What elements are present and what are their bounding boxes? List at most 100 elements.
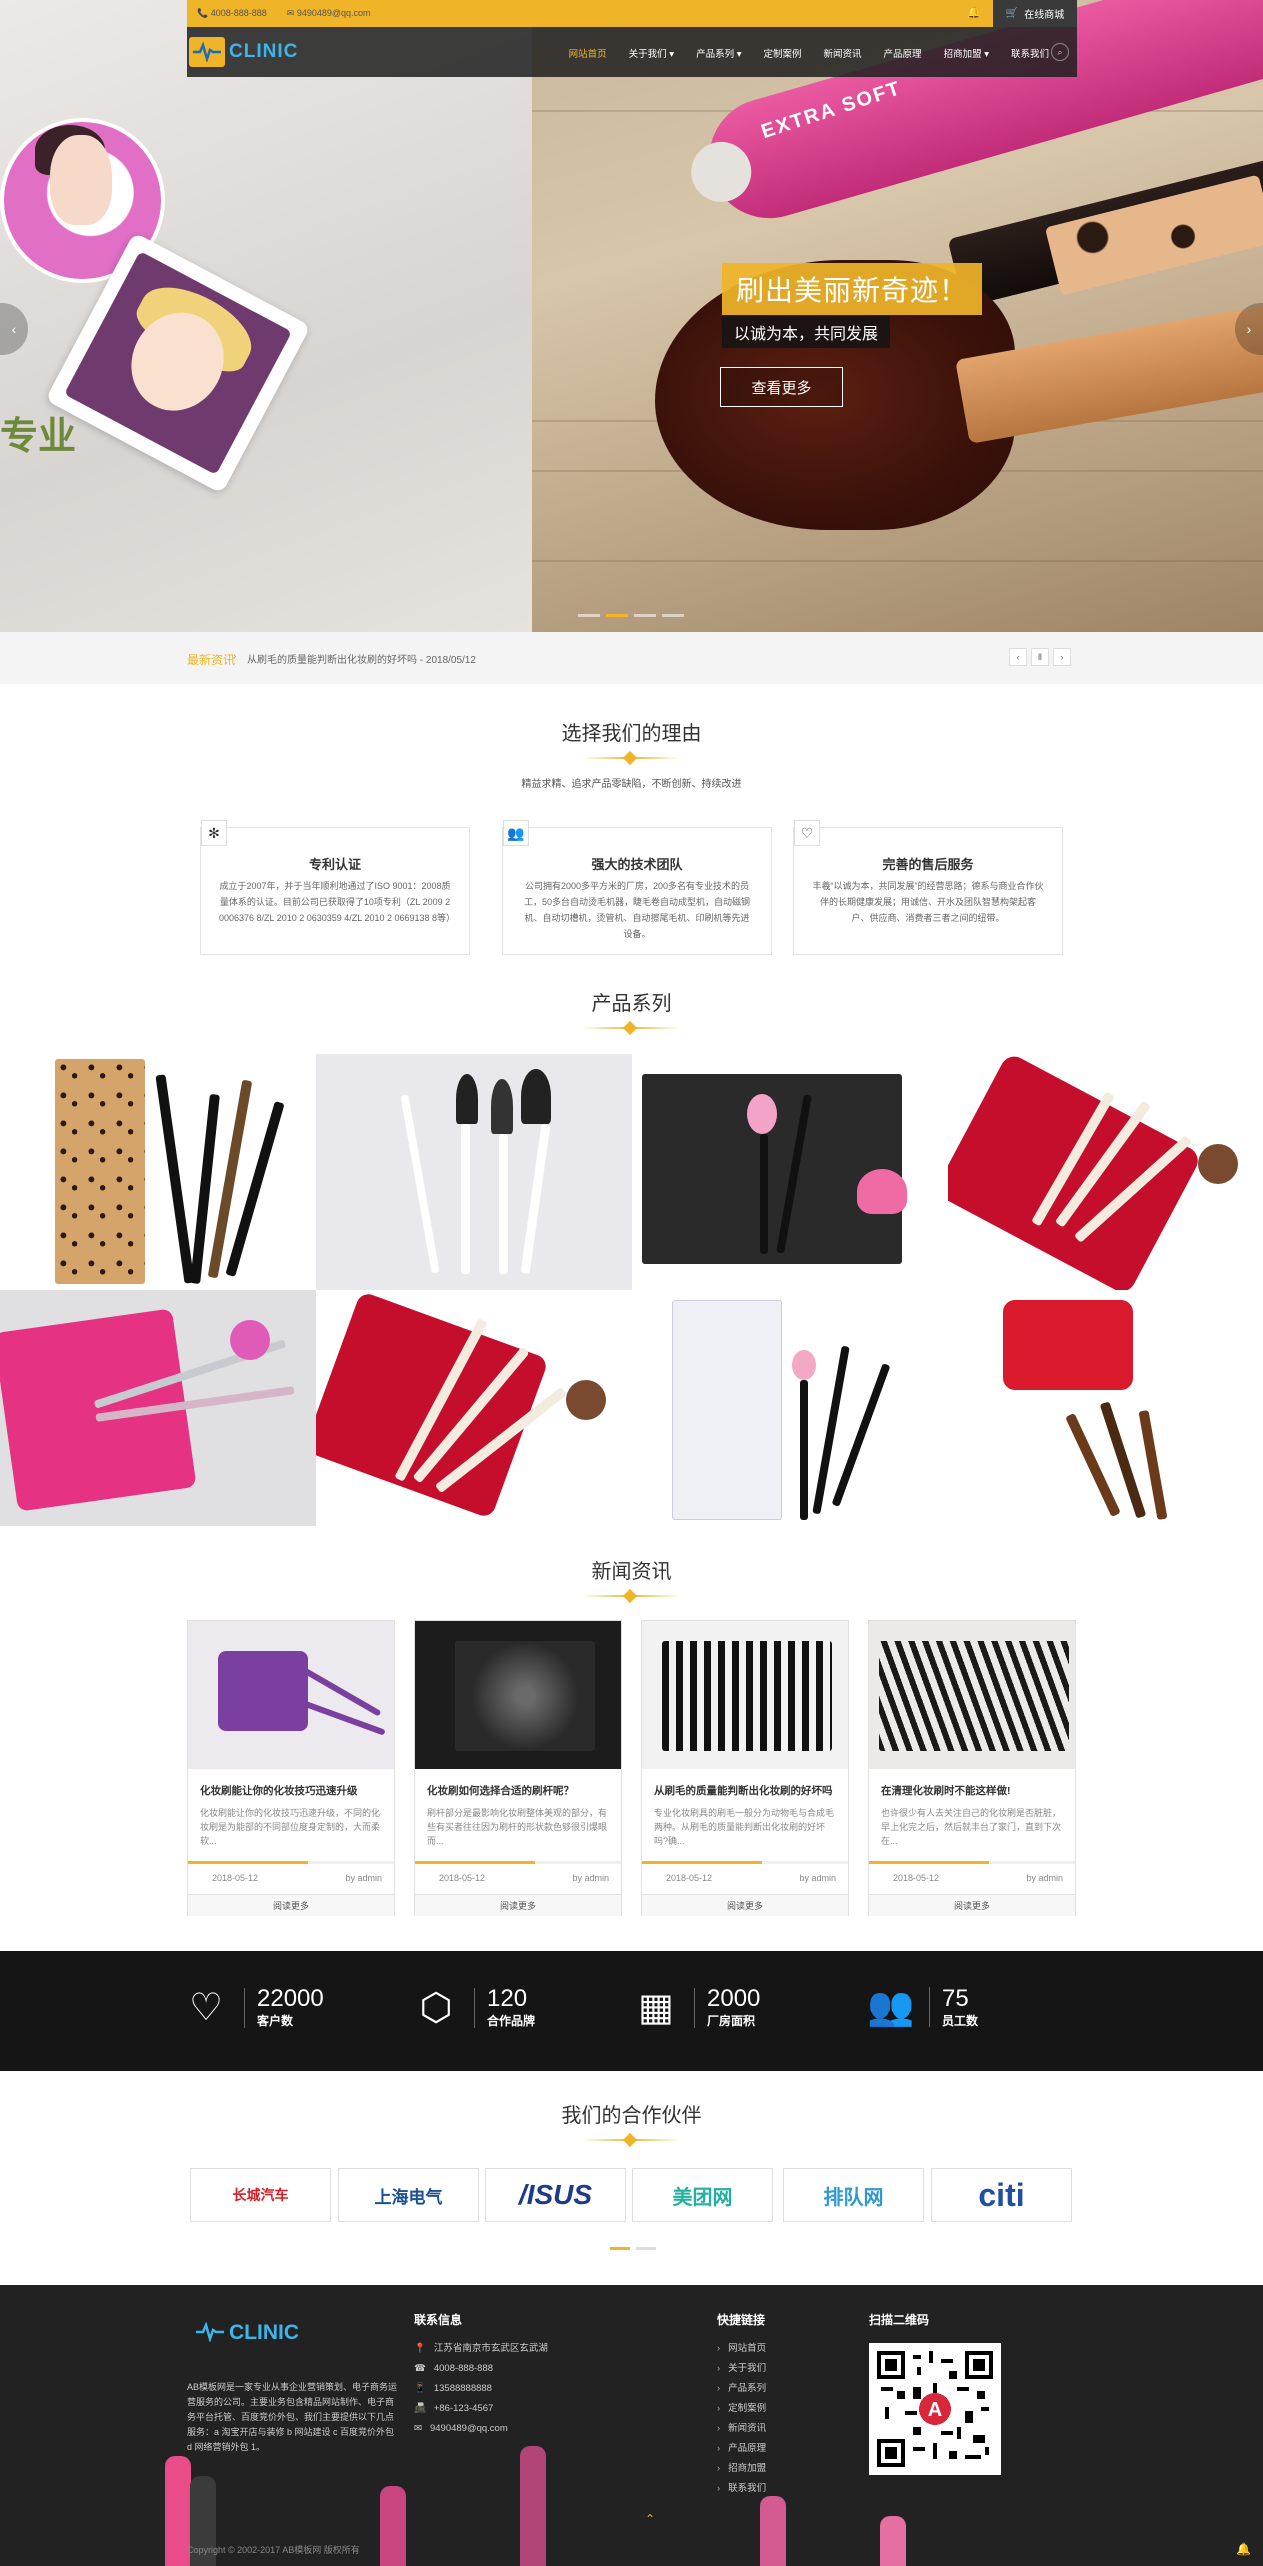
- phone-info: 📞 4008-888-888: [197, 8, 267, 18]
- footer-qr-heading: 扫描二维码: [869, 2312, 929, 2339]
- news-title[interactable]: 从刷毛的质量能判断出化妆刷的好坏吗: [654, 1783, 833, 1798]
- ticker-label: 最新资讯: [187, 653, 236, 667]
- slider-dot-active[interactable]: [606, 614, 628, 617]
- section-title-products: 产品系列: [591, 993, 672, 1015]
- nav-item-contact[interactable]: 联系我们: [1011, 46, 1049, 60]
- news-title[interactable]: 化妆刷如何选择合适的刷杆呢？: [427, 1783, 574, 1798]
- stat-number: 75: [942, 1984, 969, 2012]
- why-card-title: 完善的售后服务: [882, 857, 974, 872]
- product-image[interactable]: [316, 1054, 632, 1290]
- hero-left-slogan: 专业: [0, 416, 77, 458]
- hero-more-button[interactable]: 查看更多: [720, 367, 843, 407]
- footer-link[interactable]: 招商加盟: [728, 2459, 766, 2479]
- phone-icon: ☎: [414, 2363, 426, 2374]
- read-more-button[interactable]: 阅读更多: [415, 1894, 621, 1916]
- partner-logo[interactable]: 美团网: [632, 2168, 773, 2222]
- back-to-top-icon[interactable]: ⌃: [645, 2512, 655, 2526]
- footer-link[interactable]: 产品原理: [728, 2439, 766, 2459]
- ticker-pause-button[interactable]: Ⅱ: [1031, 648, 1049, 666]
- news-date: 2018-05-12: [893, 1873, 940, 1883]
- news-date: 2018-05-12: [666, 1873, 713, 1883]
- read-more-button[interactable]: 阅读更多: [188, 1894, 394, 1916]
- stat-label: 客户数: [257, 2014, 294, 2028]
- logo[interactable]: CLINIC: [189, 37, 298, 67]
- product-image[interactable]: [948, 1290, 1263, 1526]
- hero-slider: 专业 EXTRA SOFT 刷出美丽新奇迹！ 以诚为本，共同发展 查看更多 ‹ …: [0, 0, 1263, 632]
- ticker-text[interactable]: 从刷毛的质量能判断出化妆刷的好坏吗 - 2018/05/12: [247, 651, 476, 666]
- nav-menu: 网站首页 关于我们 ▾ 产品系列 ▾ 定制案例 新闻资讯 产品原理 招商加盟 ▾…: [569, 46, 1049, 60]
- news-card[interactable]: 在清理化妆刷时不能这样做! 也许很少有人去关注自己的化妆刷是否脏脏，早上化完之后…: [868, 1620, 1076, 1916]
- nav-item-products[interactable]: 产品系列 ▾: [696, 46, 741, 60]
- partner-logo[interactable]: 上海电气: [338, 2168, 479, 2222]
- product-image[interactable]: [632, 1290, 948, 1526]
- news-title[interactable]: 化妆刷能让你的化妆技巧迅速升级: [200, 1783, 358, 1798]
- nav-item-news[interactable]: 新闻资讯: [824, 46, 862, 60]
- news-date: 2018-05-12: [439, 1873, 486, 1883]
- slider-dot[interactable]: [662, 614, 684, 617]
- ticker-prev-button[interactable]: ‹: [1009, 648, 1027, 666]
- news-author: by admin: [1026, 1873, 1063, 1883]
- nav-item-home[interactable]: 网站首页: [569, 46, 607, 60]
- footer-link[interactable]: 定制案例: [728, 2399, 766, 2419]
- news-excerpt: 化妆刷能让你的化妆技巧迅速升级，不同的化妆刷是为能部的不同部位度身定制的，大而柔…: [200, 1808, 381, 1846]
- location-icon: 📍: [414, 2343, 426, 2354]
- cart-icon: 🛒: [1005, 8, 1019, 19]
- hero-subtitle: 以诚为本，共同发展: [722, 316, 891, 348]
- nav-item-about[interactable]: 关于我们 ▾: [629, 46, 674, 60]
- nav-item-cases[interactable]: 定制案例: [764, 46, 802, 60]
- news-card[interactable]: 从刷毛的质量能判断出化妆刷的好坏吗 专业化妆刷具的刷毛一般分为动物毛与合成毛两种…: [641, 1620, 849, 1916]
- carousel-dot[interactable]: [636, 2247, 656, 2250]
- stat-staff: 👥 75 员工数: [865, 1985, 978, 2029]
- title-divider: [581, 1591, 681, 1601]
- news-card[interactable]: 化妆刷能让你的化妆技巧迅速升级 化妆刷能让你的化妆技巧迅速升级，不同的化妆刷是为…: [187, 1620, 395, 1916]
- online-shop-button[interactable]: 🛒 在线商城: [993, 0, 1077, 27]
- news-author: by admin: [572, 1873, 609, 1883]
- slider-dots: [578, 614, 684, 617]
- stat-area: ▦ 2000 厂房面积: [630, 1985, 760, 2030]
- product-image[interactable]: [632, 1054, 948, 1290]
- product-image[interactable]: [948, 1054, 1263, 1290]
- read-more-button[interactable]: 阅读更多: [642, 1894, 848, 1916]
- contact-mobile: 13588888888: [433, 2383, 492, 2394]
- bell-icon[interactable]: 🔔: [967, 6, 981, 19]
- read-more-button[interactable]: 阅读更多: [869, 1894, 1075, 1916]
- footer-link[interactable]: 产品系列: [728, 2379, 766, 2399]
- qr-code-image: A: [869, 2343, 1001, 2475]
- news-excerpt: 刷杆部分是最影响化妆刷整体美观的部分，有些有买者往往因为刷杆的形状款色够很引爆眼…: [427, 1808, 608, 1846]
- footer-link[interactable]: 联系我们: [728, 2479, 766, 2499]
- section-title-why: 选择我们的理由: [561, 723, 702, 745]
- stat-brands: ⬡ 120 合作品牌: [410, 1985, 535, 2030]
- slider-dot[interactable]: [578, 614, 600, 617]
- ticker-next-button[interactable]: ›: [1053, 648, 1071, 666]
- partner-logo[interactable]: 排队网: [783, 2168, 924, 2222]
- nav-item-principle[interactable]: 产品原理: [884, 46, 922, 60]
- news-ticker: 最新资讯 › 从刷毛的质量能判断出化妆刷的好坏吗 - 2018/05/12 ‹ …: [0, 632, 1263, 684]
- nav-item-franchise[interactable]: 招商加盟 ▾: [944, 46, 989, 60]
- carousel-dot-active[interactable]: [610, 2247, 630, 2250]
- partner-logo[interactable]: /ISUS: [485, 2168, 626, 2222]
- search-icon[interactable]: ⌕: [1051, 43, 1069, 61]
- partner-logo[interactable]: citi: [931, 2168, 1072, 2222]
- stats-band: ♡ 22000 客户数 ⬡ 120 合作品牌 ▦ 2000 厂房面积 👥 75 员工数: [0, 1951, 1263, 2071]
- footer-link[interactable]: 网站首页: [728, 2339, 766, 2359]
- slider-dot[interactable]: [634, 614, 656, 617]
- news-excerpt: 也许很少有人去关注自己的化妆刷是否脏脏，早上化完之后，然后就丰台了家门，直到下次…: [881, 1808, 1062, 1846]
- footer-logo[interactable]: CLINIC: [195, 2322, 299, 2348]
- users-icon: 👥: [867, 1986, 915, 2028]
- footer-link[interactable]: 关于我们: [728, 2359, 766, 2379]
- product-image[interactable]: [0, 1290, 316, 1526]
- news-title[interactable]: 在清理化妆刷时不能这样做!: [881, 1783, 1011, 1798]
- stat-label: 合作品牌: [487, 2014, 536, 2028]
- heart-icon: ♡: [188, 1987, 224, 2029]
- contact-email[interactable]: 9490489@qq.com: [430, 2419, 508, 2439]
- news-card[interactable]: 化妆刷如何选择合适的刷杆呢？ 刷杆部分是最影响化妆刷整体美观的部分，有些有买者往…: [414, 1620, 622, 1916]
- chevron-right-icon: ›: [233, 651, 237, 662]
- section-title-news: 新闻资讯: [591, 1561, 672, 1583]
- product-image[interactable]: [0, 1054, 316, 1290]
- partner-logo[interactable]: 长城汽车: [190, 2168, 331, 2222]
- footer-link[interactable]: 新闻资讯: [728, 2419, 766, 2439]
- product-image[interactable]: [316, 1290, 632, 1526]
- contact-phone: 4008-888-888: [433, 2363, 494, 2374]
- chevron-right-icon: ›: [717, 2463, 721, 2474]
- chat-icon[interactable]: 🔔: [1236, 2542, 1251, 2556]
